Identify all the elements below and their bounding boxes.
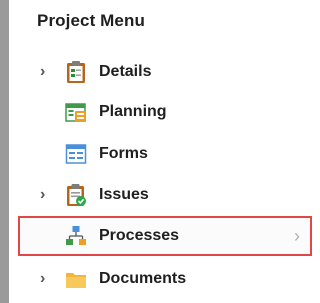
menu-item-forms[interactable]: Forms: [18, 134, 312, 174]
menu-item-planning[interactable]: Planning: [18, 92, 312, 132]
left-rail: [0, 0, 9, 303]
menu-item-label: Details: [99, 63, 152, 80]
expand-arrow-icon[interactable]: ›: [40, 187, 54, 203]
hierarchy-icon: [65, 224, 87, 248]
expand-arrow-icon[interactable]: ›: [40, 271, 54, 287]
expand-arrow-icon[interactable]: ›: [40, 64, 54, 80]
chevron-right-icon[interactable]: ›: [294, 226, 300, 246]
menu-item-label: Planning: [99, 103, 167, 120]
menu-item-processes[interactable]: Processes ›: [18, 216, 312, 256]
planning-icon: [65, 100, 87, 124]
clipboard-icon: [65, 60, 87, 84]
issues-clipboard-icon: [65, 183, 87, 207]
panel-title: Project Menu: [37, 11, 145, 30]
menu-item-details[interactable]: › Details: [18, 52, 312, 92]
menu-item-documents[interactable]: › Documents: [18, 259, 312, 299]
folder-icon: [65, 267, 87, 291]
menu-item-issues[interactable]: › Issues: [18, 175, 312, 215]
menu-item-label: Forms: [99, 145, 148, 162]
menu-item-label: Processes: [99, 227, 180, 244]
menu-item-label: Documents: [99, 270, 187, 287]
project-menu-panel: Project Menu › Details Planning Forms › …: [9, 0, 312, 303]
forms-icon: [65, 142, 87, 166]
menu-item-label: Issues: [99, 186, 149, 203]
